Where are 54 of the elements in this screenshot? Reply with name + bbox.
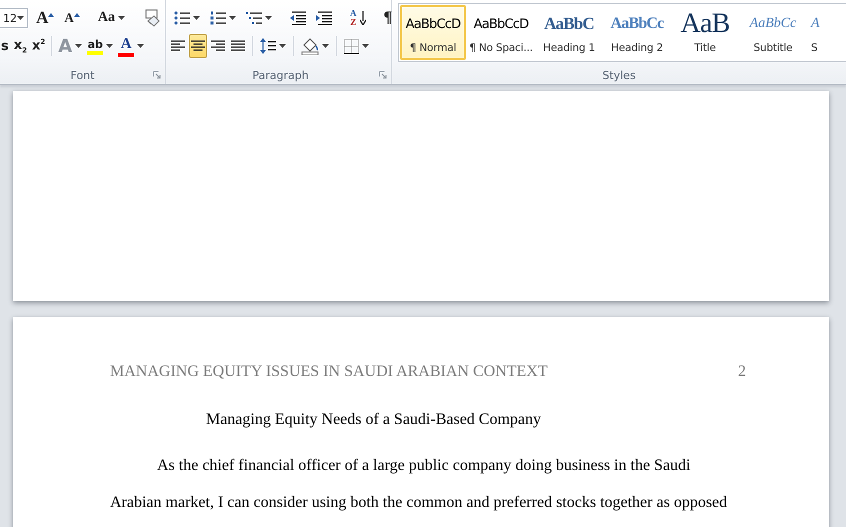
caret-icon: [106, 44, 114, 48]
body-text-line: Arabian market, I can consider using both the common and preferred stocks together as opposed: [110, 494, 728, 512]
bullet-list-icon: [174, 11, 190, 25]
caret-icon: [279, 44, 286, 48]
style-option[interactable]: AaBbC Heading 1: [536, 5, 602, 60]
down-arrow-icon: [360, 11, 366, 25]
center-button[interactable]: [189, 34, 207, 58]
borders-icon: [344, 38, 359, 54]
justify-icon: [231, 40, 245, 52]
caret-icon: [362, 44, 369, 48]
dialog-launcher-icon[interactable]: [153, 71, 161, 79]
dialog-launcher-icon[interactable]: [379, 71, 387, 79]
show-marks-button[interactable]: ¶: [380, 6, 396, 30]
subscript-button[interactable]: x$_{2}$: [12, 34, 30, 58]
body-text-line: As the chief financial officer of a large public company doing business in the Saudi: [156, 457, 692, 475]
caret-icon: [137, 44, 144, 48]
style-option[interactable]: AaBbCcD ¶ Normal: [400, 5, 466, 60]
align-center-icon: [191, 40, 205, 52]
strikethrough-button[interactable]: s: [0, 34, 11, 58]
eraser-icon: [143, 9, 161, 27]
shrink-font-button[interactable]: A: [60, 6, 84, 30]
decrease-indent-icon: [290, 11, 306, 25]
group-label: Paragraph: [252, 68, 309, 82]
multilevel-list-icon: [246, 11, 262, 25]
align-left-icon: [171, 40, 185, 52]
numbered-list-icon: [210, 11, 226, 25]
style-option[interactable]: AaBbCc Heading 2: [604, 5, 670, 60]
font-color-button[interactable]: A: [116, 34, 146, 58]
document-title: Managing Equity Needs of a Saudi-Based Company: [204, 411, 542, 429]
highlight-button[interactable]: ab: [85, 34, 116, 58]
caret-icon: [193, 16, 200, 20]
caret-icon: [322, 44, 329, 48]
page-number: 2: [738, 363, 746, 381]
superscript-button[interactable]: x$^{2}$: [30, 34, 48, 58]
style-option[interactable]: AaBbCc Subtitle: [740, 5, 806, 60]
line-spacing-icon: [260, 38, 276, 54]
sort-button[interactable]: A Z: [346, 6, 370, 30]
group-label: Styles: [602, 68, 636, 82]
caret-icon: [118, 16, 125, 20]
caret-icon: [265, 16, 272, 20]
grow-font-button[interactable]: A: [32, 6, 58, 30]
increase-indent-icon: [316, 11, 332, 25]
running-header: MANAGING EQUITY ISSUES IN SAUDI ARABIAN CONTEXT: [110, 363, 548, 381]
caret-icon: [75, 44, 82, 48]
change-case-button[interactable]: Aa: [94, 6, 129, 30]
caret-icon: [229, 16, 236, 20]
style-option[interactable]: A S: [808, 5, 832, 60]
paint-bucket-icon: [301, 38, 319, 54]
group-label: Font: [70, 68, 94, 82]
font-size-field[interactable]: 12: [0, 8, 28, 28]
caret-icon: [17, 16, 24, 20]
align-right-icon: [211, 40, 225, 52]
style-option[interactable]: AaB Title: [672, 5, 738, 60]
style-option[interactable]: AaBbCcD ¶ No Spaci...: [468, 5, 534, 60]
